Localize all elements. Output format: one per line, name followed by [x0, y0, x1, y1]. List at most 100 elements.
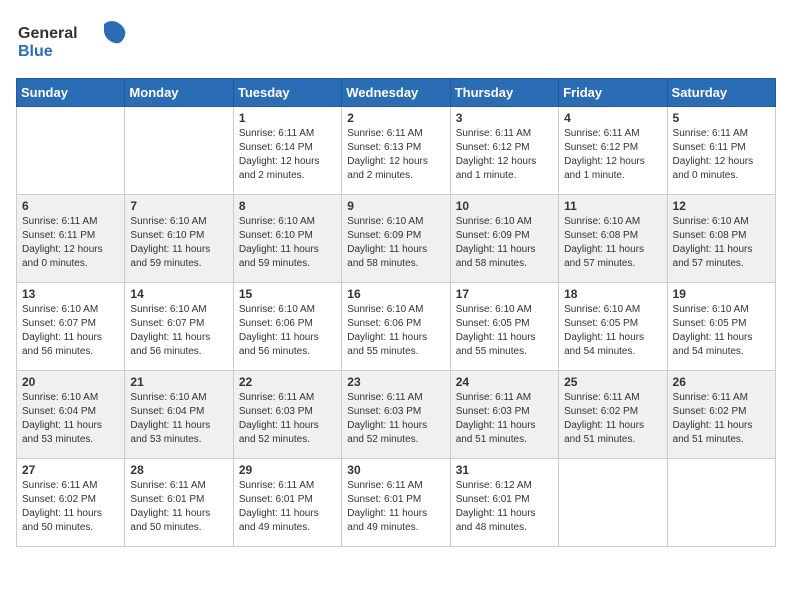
day-info: Sunrise: 6:10 AMSunset: 6:04 PMDaylight:… [130, 391, 227, 447]
calendar-cell [125, 107, 233, 195]
day-info: Sunrise: 6:10 AMSunset: 6:08 PMDaylight:… [564, 215, 661, 271]
weekday-header-wednesday: Wednesday [342, 79, 450, 107]
day-number: 26 [673, 375, 770, 389]
day-info: Sunrise: 6:11 AMSunset: 6:03 PMDaylight:… [239, 391, 336, 447]
day-number: 28 [130, 463, 227, 477]
calendar-cell: 18 Sunrise: 6:10 AMSunset: 6:05 PMDayligh… [559, 283, 667, 371]
day-info: Sunrise: 6:10 AMSunset: 6:10 PMDaylight:… [130, 215, 227, 271]
day-info: Sunrise: 6:11 AMSunset: 6:02 PMDaylight:… [673, 391, 770, 447]
day-info: Sunrise: 6:11 AMSunset: 6:01 PMDaylight:… [130, 479, 227, 535]
weekday-header-tuesday: Tuesday [233, 79, 341, 107]
calendar-cell: 20Sunrise: 6:10 AMSunset: 6:04 PMDayligh… [17, 371, 125, 459]
weekday-header-saturday: Saturday [667, 79, 775, 107]
day-number: 24 [456, 375, 553, 389]
day-number: 5 [673, 111, 770, 125]
day-number: 29 [239, 463, 336, 477]
weekday-header-monday: Monday [125, 79, 233, 107]
weekday-header-sunday: Sunday [17, 79, 125, 107]
day-info: Sunrise: 6:11 AMSunset: 6:12 PMDaylight:… [456, 127, 553, 183]
calendar-table: SundayMondayTuesdayWednesdayThursdayFrid… [16, 78, 776, 547]
day-number: 13 [22, 287, 119, 301]
day-info: Sunrise: 6:11 AMSunset: 6:01 PMDaylight:… [347, 479, 444, 535]
day-number: 8 [239, 199, 336, 213]
day-number: 21 [130, 375, 227, 389]
day-info: Sunrise: 6:11 AMSunset: 6:02 PMDaylight:… [22, 479, 119, 535]
day-info: Sunrise: 6:10 AMSunset: 6:10 PMDaylight:… [239, 215, 336, 271]
calendar-cell: 15 Sunrise: 6:10 AMSunset: 6:06 PMDayligh… [233, 283, 341, 371]
day-number: 10 [456, 199, 553, 213]
day-info: Sunrise: 6:10 AMSunset: 6:09 PMDaylight:… [347, 215, 444, 271]
calendar-cell: 16Sunrise: 6:10 AMSunset: 6:06 PMDayligh… [342, 283, 450, 371]
calendar-cell: 7 Sunrise: 6:10 AMSunset: 6:10 PMDaylight… [125, 195, 233, 283]
day-info: Sunrise: 6:11 AMSunset: 6:11 PMDaylight:… [673, 127, 770, 183]
day-number: 27 [22, 463, 119, 477]
header: General Blue [16, 16, 776, 66]
calendar-cell: 9 Sunrise: 6:10 AMSunset: 6:09 PMDaylight… [342, 195, 450, 283]
day-number: 9 [347, 199, 444, 213]
day-number: 11 [564, 199, 661, 213]
day-number: 7 [130, 199, 227, 213]
day-number: 16 [347, 287, 444, 301]
day-number: 19 [673, 287, 770, 301]
calendar-cell: 27 Sunrise: 6:11 AMSunset: 6:02 PMDayligh… [17, 459, 125, 547]
svg-text:Blue: Blue [18, 43, 53, 60]
day-info: Sunrise: 6:10 AMSunset: 6:05 PMDaylight:… [564, 303, 661, 359]
day-info: Sunrise: 6:10 AMSunset: 6:06 PMDaylight:… [239, 303, 336, 359]
calendar-cell: 1 Sunrise: 6:11 AMSunset: 6:14 PMDaylight… [233, 107, 341, 195]
day-number: 2 [347, 111, 444, 125]
calendar-cell: 24Sunrise: 6:11 AMSunset: 6:03 PMDayligh… [450, 371, 558, 459]
weekday-header-friday: Friday [559, 79, 667, 107]
day-info: Sunrise: 6:11 AMSunset: 6:03 PMDaylight:… [347, 391, 444, 447]
calendar-cell: 3 Sunrise: 6:11 AMSunset: 6:12 PMDaylight… [450, 107, 558, 195]
calendar-week-row: 1 Sunrise: 6:11 AMSunset: 6:14 PMDaylight… [17, 107, 776, 195]
day-number: 4 [564, 111, 661, 125]
calendar-cell [559, 459, 667, 547]
day-info: Sunrise: 6:10 AMSunset: 6:07 PMDaylight:… [22, 303, 119, 359]
logo: General Blue [16, 16, 126, 66]
calendar-cell: 10Sunrise: 6:10 AMSunset: 6:09 PMDayligh… [450, 195, 558, 283]
day-info: Sunrise: 6:11 AMSunset: 6:11 PMDaylight:… [22, 215, 119, 271]
day-number: 1 [239, 111, 336, 125]
calendar-cell: 19Sunrise: 6:10 AMSunset: 6:05 PMDayligh… [667, 283, 775, 371]
logo-text: General Blue [16, 16, 126, 66]
calendar-cell: 29 Sunrise: 6:11 AMSunset: 6:01 PMDayligh… [233, 459, 341, 547]
calendar-cell: 11 Sunrise: 6:10 AMSunset: 6:08 PMDayligh… [559, 195, 667, 283]
calendar-cell: 4Sunrise: 6:11 AMSunset: 6:12 PMDaylight… [559, 107, 667, 195]
day-info: Sunrise: 6:11 AMSunset: 6:02 PMDaylight:… [564, 391, 661, 447]
day-number: 18 [564, 287, 661, 301]
svg-text:General: General [18, 25, 78, 42]
day-number: 17 [456, 287, 553, 301]
day-info: Sunrise: 6:11 AMSunset: 6:13 PMDaylight:… [347, 127, 444, 183]
calendar-cell: 25 Sunrise: 6:11 AMSunset: 6:02 PMDayligh… [559, 371, 667, 459]
calendar-cell: 13 Sunrise: 6:10 AMSunset: 6:07 PMDayligh… [17, 283, 125, 371]
weekday-header-thursday: Thursday [450, 79, 558, 107]
calendar-cell: 5 Sunrise: 6:11 AMSunset: 6:11 PMDaylight… [667, 107, 775, 195]
calendar-cell: 26 Sunrise: 6:11 AMSunset: 6:02 PMDayligh… [667, 371, 775, 459]
calendar-cell: 17 Sunrise: 6:10 AMSunset: 6:05 PMDayligh… [450, 283, 558, 371]
calendar-cell: 12Sunrise: 6:10 AMSunset: 6:08 PMDayligh… [667, 195, 775, 283]
calendar-cell: 6Sunrise: 6:11 AMSunset: 6:11 PMDaylight… [17, 195, 125, 283]
day-number: 14 [130, 287, 227, 301]
day-number: 20 [22, 375, 119, 389]
calendar-cell: 14 Sunrise: 6:10 AMSunset: 6:07 PMDayligh… [125, 283, 233, 371]
calendar-cell: 30Sunrise: 6:11 AMSunset: 6:01 PMDayligh… [342, 459, 450, 547]
day-info: Sunrise: 6:12 AMSunset: 6:01 PMDaylight:… [456, 479, 553, 535]
calendar-cell [17, 107, 125, 195]
day-number: 15 [239, 287, 336, 301]
day-number: 25 [564, 375, 661, 389]
weekday-header-row: SundayMondayTuesdayWednesdayThursdayFrid… [17, 79, 776, 107]
day-number: 3 [456, 111, 553, 125]
calendar-cell: 31Sunrise: 6:12 AMSunset: 6:01 PMDayligh… [450, 459, 558, 547]
calendar-cell: 22Sunrise: 6:11 AMSunset: 6:03 PMDayligh… [233, 371, 341, 459]
day-number: 12 [673, 199, 770, 213]
day-info: Sunrise: 6:10 AMSunset: 6:05 PMDaylight:… [456, 303, 553, 359]
calendar-cell: 21 Sunrise: 6:10 AMSunset: 6:04 PMDayligh… [125, 371, 233, 459]
calendar-week-row: 13 Sunrise: 6:10 AMSunset: 6:07 PMDayligh… [17, 283, 776, 371]
calendar-week-row: 27 Sunrise: 6:11 AMSunset: 6:02 PMDayligh… [17, 459, 776, 547]
calendar-week-row: 20 Sunrise: 6:10 AMSunset: 6:04 PMDayligh… [17, 371, 776, 459]
day-info: Sunrise: 6:10 AMSunset: 6:07 PMDaylight:… [130, 303, 227, 359]
day-info: Sunrise: 6:11 AMSunset: 6:14 PMDaylight:… [239, 127, 336, 183]
day-info: Sunrise: 6:11 AMSunset: 6:01 PMDaylight:… [239, 479, 336, 535]
day-number: 23 [347, 375, 444, 389]
calendar-cell: 8 Sunrise: 6:10 AMSunset: 6:10 PMDaylight… [233, 195, 341, 283]
